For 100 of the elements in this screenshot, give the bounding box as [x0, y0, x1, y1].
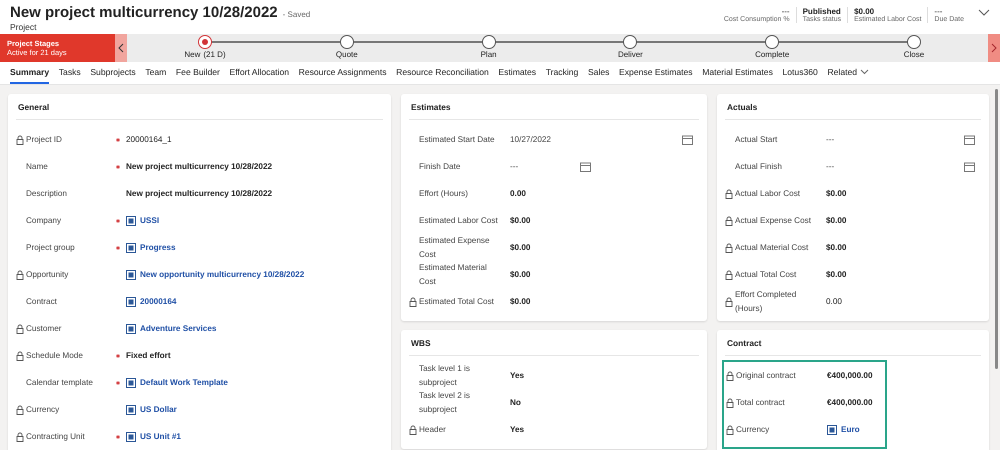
stage-node[interactable] [482, 35, 496, 49]
tab[interactable]: Resource Reconciliation [396, 62, 489, 84]
required-icon [116, 138, 120, 142]
required-icon [116, 165, 120, 169]
lookup-link[interactable]: USSI [140, 216, 160, 225]
tab[interactable]: Expense Estimates [619, 62, 693, 84]
field-label: Name [26, 160, 48, 173]
lookup-link[interactable]: Progress [140, 243, 176, 252]
lock-icon [409, 424, 417, 434]
field-value: $0.00 [826, 270, 846, 279]
field-label: Currency [26, 404, 60, 416]
lookup-link[interactable]: US Unit #1 [140, 432, 181, 441]
lookup-link[interactable]: 20000164 [140, 297, 176, 306]
tab[interactable]: Estimates [498, 62, 536, 84]
save-status: - Saved [282, 10, 310, 19]
lock-icon [16, 324, 24, 334]
calendar-icon[interactable] [580, 162, 592, 172]
stage-node[interactable] [765, 35, 780, 49]
field-label: Currency [736, 424, 770, 436]
lock-icon [16, 134, 24, 144]
section-title: Estimates [409, 100, 699, 120]
stage-label: Complete [755, 50, 790, 59]
stage-node[interactable] [340, 35, 354, 49]
field-value: 0.00 [510, 189, 526, 198]
field-label: Actual Labor Cost [735, 188, 800, 200]
tab[interactable]: Resource Assignments [298, 62, 387, 84]
tab[interactable]: Subprojects [90, 62, 136, 84]
field-value: 20000164_1 [126, 135, 172, 144]
calendar-icon[interactable] [682, 134, 693, 144]
calendar-icon[interactable] [964, 162, 975, 172]
lock-icon [725, 270, 733, 280]
tab[interactable]: Related [827, 62, 870, 84]
chevron-down-icon [860, 69, 870, 75]
section-title: General [16, 100, 383, 120]
field-value: New project multicurrency 10/28/2022 [126, 162, 272, 171]
stage-label: Quote [336, 50, 358, 59]
field-label: Task level 2 is subproject [419, 390, 471, 416]
field-label: Estimated Material Cost [419, 262, 488, 288]
lookup-link[interactable]: Adventure Services [140, 324, 216, 333]
section-title: Contract [725, 336, 981, 356]
chevron-down-icon[interactable] [978, 9, 990, 17]
field-label: Header [419, 424, 446, 436]
field-value: $0.00 [510, 243, 530, 252]
tab[interactable]: Effort Allocation [229, 62, 290, 84]
field-value: Yes [510, 371, 524, 380]
record-icon [126, 378, 136, 388]
stat-value: --- [934, 7, 944, 16]
field-value: New project multicurrency 10/28/2022 [126, 189, 272, 198]
stage-label: New [184, 50, 200, 59]
field-label: Customer [26, 322, 62, 335]
field-label: Estimated Expense Cost [419, 235, 491, 260]
field-label: Actual Start [735, 134, 778, 146]
tab[interactable]: Tracking [546, 62, 578, 84]
chevron-left-icon [118, 43, 124, 53]
chevron-right-icon [991, 43, 997, 53]
tab[interactable]: Fee Builder [176, 62, 220, 84]
field-label: Company [26, 214, 62, 227]
field-label: Estimated Labor Cost [419, 214, 498, 227]
field-label: Effort (Hours) [419, 188, 468, 200]
field-label: Original contract [736, 370, 796, 382]
record-icon [126, 296, 136, 306]
previous-stage-button[interactable] [115, 34, 127, 62]
stage-node[interactable] [198, 35, 212, 49]
field-label: Contracting Unit [26, 430, 85, 443]
section-title: WBS [409, 336, 699, 356]
date-value: --- [826, 162, 834, 171]
date-value: --- [510, 162, 518, 171]
calendar-icon[interactable] [964, 134, 975, 144]
required-icon [116, 354, 120, 358]
lookup-link[interactable]: New opportunity multicurrency 10/28/2022 [140, 270, 304, 279]
lock-icon [726, 424, 734, 434]
lock-icon [725, 242, 733, 252]
lookup-link[interactable]: Euro [841, 425, 860, 434]
tab[interactable]: Team [145, 62, 166, 84]
scrollbar-thumb[interactable] [995, 89, 998, 369]
field-value: $0.00 [826, 243, 846, 252]
tab[interactable]: Lotus360 [782, 62, 818, 84]
lookup-link[interactable]: Default Work Template [140, 378, 228, 387]
field-value: $0.00 [826, 189, 846, 198]
field-label: Estimated Total Cost [419, 296, 494, 308]
stage-label: Plan [480, 50, 497, 59]
required-icon [116, 435, 120, 439]
stage-node[interactable] [906, 35, 921, 49]
tab[interactable]: Summary [10, 62, 50, 84]
lock-icon [725, 296, 733, 306]
next-stage-button[interactable] [988, 34, 1000, 62]
tab[interactable]: Sales [588, 62, 610, 84]
field-value: Yes [510, 425, 524, 434]
lock-icon [725, 188, 733, 198]
tab[interactable]: Tasks [58, 62, 81, 84]
field-label: Actual Expense Cost [735, 214, 812, 227]
stage-node[interactable] [623, 35, 638, 49]
stage-label: Close [904, 50, 924, 59]
tab[interactable]: Material Estimates [702, 62, 773, 84]
lock-icon [725, 216, 733, 226]
field-label: Schedule Mode [26, 350, 83, 362]
field-label: Actual Finish [735, 160, 782, 173]
field-value: 0.00 [826, 297, 842, 306]
stat-value: --- [782, 7, 790, 16]
lookup-link[interactable]: US Dollar [140, 405, 177, 414]
